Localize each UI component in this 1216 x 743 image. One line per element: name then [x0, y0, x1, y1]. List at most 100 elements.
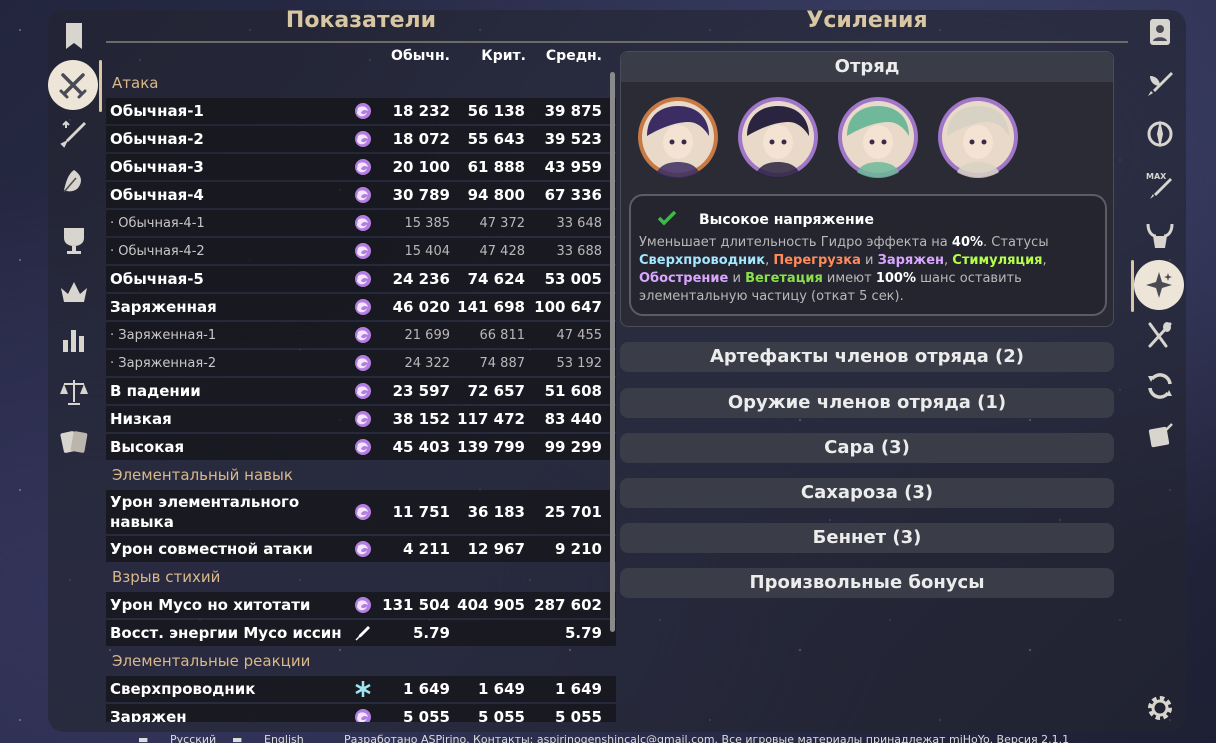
- value-avg: 287 602: [534, 596, 602, 614]
- right-active-indicator: [1131, 260, 1134, 312]
- value-avg: 83 440: [544, 410, 602, 428]
- value-normal: 4 211: [403, 540, 450, 558]
- sword-feather-icon[interactable]: [1140, 64, 1180, 104]
- sword-upgrade-icon[interactable]: [54, 114, 94, 154]
- stat-row: Заряженная 46 020 141 698 100 647: [106, 294, 616, 320]
- compass-icon[interactable]: [1140, 114, 1180, 154]
- leaf-icon[interactable]: [54, 162, 94, 202]
- stat-row: · Заряженная-2 24 322 74 887 53 192: [106, 350, 616, 376]
- value-avg: 47 455: [556, 327, 603, 343]
- col-normal-header: Обычн.: [391, 48, 450, 64]
- value-normal: 21 699: [404, 327, 451, 343]
- lang-ru-link[interactable]: Русский: [170, 733, 216, 743]
- scales-icon[interactable]: [54, 372, 94, 412]
- value-crit: 61 888: [467, 158, 525, 176]
- value-normal: 30 789: [392, 186, 450, 204]
- section-sara[interactable]: Сара (3): [620, 433, 1114, 463]
- value-avg: 53 005: [544, 270, 602, 288]
- section-sucrose[interactable]: Сахароза (3): [620, 478, 1114, 508]
- sara-avatar[interactable]: [737, 96, 819, 178]
- stat-row: Заряжен 5 055 5 055 5 055: [106, 704, 616, 722]
- scroll-icon[interactable]: [1140, 416, 1180, 456]
- stat-row: Обычная-1 18 232 56 138 39 875: [106, 98, 616, 124]
- value-normal: 24 322: [404, 355, 451, 371]
- stat-row: Урон совместной атаки 4 211 12 967 9 210: [106, 536, 616, 562]
- section-header: Взрыв стихий: [106, 564, 616, 590]
- settings-icon[interactable]: [1140, 688, 1180, 728]
- right-navigation: MAX: [1134, 10, 1186, 730]
- swords-icon[interactable]: [48, 60, 98, 110]
- section-header: Атака: [106, 70, 616, 96]
- bar-chart-icon[interactable]: [54, 320, 94, 360]
- section-label: Элементальные реакции: [112, 652, 311, 670]
- value-crit: 5 055: [478, 708, 525, 722]
- stat-label: Низкая: [110, 410, 172, 428]
- horned-helmet-icon[interactable]: [1140, 216, 1180, 256]
- stats-table: Атака Обычная-1 18 232 56 138 39 875 Обычная-…: [106, 70, 616, 722]
- value-avg: 5.79: [564, 624, 602, 642]
- stat-label: Высокая: [110, 438, 185, 456]
- value-normal: 23 597: [392, 382, 450, 400]
- crown-icon[interactable]: [54, 272, 94, 312]
- value-normal: 5 055: [403, 708, 450, 722]
- section-artifacts[interactable]: Артефакты членов отряда (2): [620, 342, 1114, 372]
- col-crit-header: Крит.: [481, 48, 526, 64]
- value-avg: 53 192: [556, 355, 603, 371]
- value-normal: 38 152: [392, 410, 450, 428]
- value-normal: 45 403: [392, 438, 450, 456]
- goblet-icon[interactable]: [54, 220, 94, 260]
- value-crit: 72 657: [467, 382, 525, 400]
- footer-credits: Разработано ASPirino. Контакты: aspirino…: [344, 733, 1070, 743]
- refresh-icon[interactable]: [1140, 366, 1180, 406]
- section-header: Элементальные реакции: [106, 648, 616, 674]
- value-normal: 18 232: [392, 102, 450, 120]
- bonus-title: Высокое напряжение: [699, 212, 874, 228]
- sucrose-avatar[interactable]: [837, 96, 919, 178]
- value-avg: 5 055: [555, 708, 602, 722]
- value-avg: 67 336: [544, 186, 602, 204]
- stat-row: · Обычная-4-1 15 385 47 372 33 648: [106, 210, 616, 236]
- left-navigation: [48, 10, 100, 730]
- bonus-description: Уменьшает длительность Гидро эффекта на …: [639, 235, 1049, 304]
- value-avg: 1 649: [555, 680, 602, 698]
- value-avg: 39 875: [544, 102, 602, 120]
- value-avg: 39 523: [544, 130, 602, 148]
- fork-spoon-icon[interactable]: [1140, 316, 1180, 356]
- stats-scrollbar[interactable]: [610, 72, 615, 632]
- value-crit: 404 905: [457, 596, 525, 614]
- squad-header[interactable]: Отряд: [621, 52, 1113, 82]
- value-normal: 24 236: [392, 270, 450, 288]
- value-crit: 94 800: [467, 186, 525, 204]
- value-crit: 74 887: [479, 355, 526, 371]
- character-card-icon[interactable]: [1140, 12, 1180, 52]
- stat-label: В падении: [110, 382, 201, 400]
- value-crit: 1 649: [478, 680, 525, 698]
- value-normal: 131 504: [382, 596, 450, 614]
- section-weapons[interactable]: Оружие членов отряда (1): [620, 388, 1114, 418]
- cards-icon[interactable]: [54, 422, 94, 462]
- section-label: Элементальный навык: [112, 466, 293, 484]
- checkmark-icon: [657, 210, 677, 226]
- stat-label: Обычная-1: [110, 102, 204, 120]
- value-crit: 55 643: [467, 130, 525, 148]
- bennett-avatar[interactable]: [937, 96, 1019, 178]
- svg-text:MAX: MAX: [1146, 172, 1167, 181]
- value-crit: 141 698: [457, 298, 525, 316]
- bookmark-icon[interactable]: [54, 16, 94, 56]
- flag-ru-icon[interactable]: ▬: [138, 733, 148, 743]
- max-level-icon[interactable]: MAX: [1140, 166, 1180, 206]
- section-bennett[interactable]: Беннет (3): [620, 523, 1114, 553]
- resonance-bonus[interactable]: Высокое напряжение Уменьшает длительност…: [629, 194, 1107, 316]
- raiden-avatar[interactable]: [637, 96, 719, 178]
- section-custom-bonuses[interactable]: Произвольные бонусы: [620, 568, 1114, 598]
- stat-label: Обычная-4: [110, 186, 204, 204]
- value-crit: 47 372: [479, 215, 526, 231]
- flag-en-icon[interactable]: ▬: [232, 733, 242, 743]
- value-normal: 20 100: [392, 158, 450, 176]
- sparkle-icon[interactable]: [1134, 260, 1184, 310]
- stat-label: · Заряженная-1: [110, 327, 217, 343]
- value-normal: 5.79: [412, 624, 450, 642]
- lang-en-link[interactable]: English: [264, 733, 304, 743]
- stat-row: Высокая 45 403 139 799 99 299: [106, 434, 616, 460]
- value-normal: 15 404: [404, 243, 451, 259]
